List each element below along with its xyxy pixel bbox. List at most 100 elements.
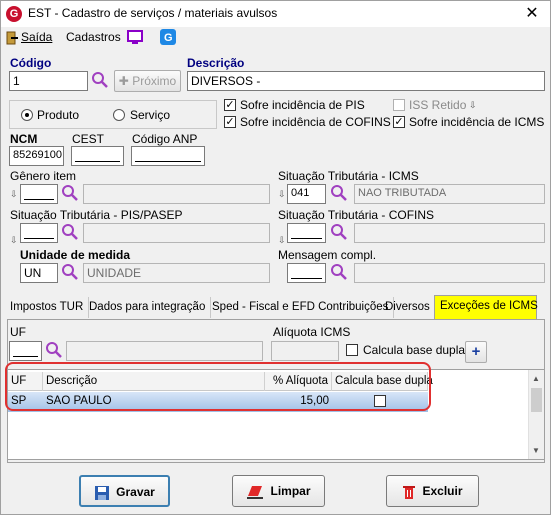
servico-radio[interactable] [113, 109, 125, 121]
sit-cofins-input[interactable] [287, 223, 326, 243]
tab-label: Impostos TUR [10, 301, 84, 313]
cest-label: CEST [72, 132, 105, 146]
iss-checkbox [393, 99, 405, 111]
down-arrow-icon: ⇩ [10, 235, 18, 245]
title-bar: G EST - Cadastro de serviços / materiais… [1, 1, 550, 27]
down-arrow-icon: ⇩ [10, 189, 18, 199]
mensagem-input[interactable] [287, 263, 326, 283]
genero-item-input[interactable] [20, 184, 58, 204]
sit-cofins-desc [354, 223, 545, 243]
search-icon[interactable] [91, 71, 109, 89]
down-arrow-icon: ⇩ [278, 189, 286, 199]
menu-cadastros[interactable]: Cadastros [66, 30, 121, 44]
sit-icms-input[interactable]: 041 [287, 184, 326, 204]
unidade-desc: UNIDADE [83, 263, 270, 283]
mensagem-desc [354, 263, 545, 283]
excecao-uf-input[interactable] [9, 341, 42, 361]
excluir-button[interactable]: Excluir [386, 475, 479, 507]
menu-saida[interactable]: Saída [21, 30, 52, 44]
search-icon[interactable] [330, 223, 348, 241]
sit-icms-desc: NAO TRIBUTADA [354, 184, 545, 204]
tab-label: Sped - Fiscal e EFD Contribuições [212, 301, 389, 313]
tab-excecoes-icms[interactable]: Exceções de ICMS [434, 295, 538, 319]
down-arrow-icon: ⇩ [278, 235, 286, 245]
genero-item-desc [83, 184, 270, 204]
excecao-uf-label: UF [10, 325, 26, 339]
highlight-annotation [5, 362, 431, 411]
produto-radio[interactable] [21, 109, 33, 121]
genero-item-label: Gênero item [10, 169, 77, 183]
tab-impostos-tur[interactable]: Impostos TUR [5, 297, 90, 318]
search-icon[interactable] [61, 184, 79, 202]
limpar-label: Limpar [270, 484, 311, 498]
trash-icon [403, 485, 416, 499]
add-button[interactable]: + [465, 341, 487, 363]
proximo-label: Próximo [132, 74, 177, 88]
gravar-label: Gravar [116, 485, 155, 499]
search-icon[interactable] [330, 184, 348, 202]
excecao-uf-desc [66, 341, 263, 361]
tab-label: Diversos [385, 301, 430, 313]
tipo-group: Produto Serviço [9, 100, 217, 129]
proximo-button: ✚ Próximo [114, 70, 181, 92]
sit-cofins-label: Situação Tributária - COFINS [278, 208, 435, 222]
icms-checkbox[interactable]: ✓ [393, 116, 405, 128]
search-icon[interactable] [61, 223, 79, 241]
save-icon [95, 485, 110, 500]
limpar-button[interactable]: Limpar [232, 475, 325, 507]
menu-cadastros-label: Cadastros [66, 30, 121, 44]
search-icon[interactable] [61, 263, 79, 281]
tab-label: Dados para integração [89, 301, 206, 313]
sit-pis-desc [83, 223, 270, 243]
codigo-label: Código [10, 56, 52, 70]
pis-label: Sofre incidência de PIS [240, 98, 365, 112]
tab-label: Exceções de ICMS [440, 300, 538, 312]
calcula-base-dupla-checkbox[interactable] [346, 344, 358, 356]
down-arrow-icon: ⇩ [469, 100, 477, 110]
aliquota-input[interactable] [271, 341, 339, 361]
mensagem-label: Mensagem compl. [278, 248, 377, 262]
sit-pis-label: Situação Tributária - PIS/PASEP [10, 208, 183, 222]
unidade-input[interactable]: UN [20, 263, 58, 283]
codigo-anp-label: Código ANP [132, 132, 198, 146]
scroll-up-icon[interactable]: ▲ [532, 374, 540, 383]
scroll-down-icon[interactable]: ▼ [532, 446, 540, 455]
plus-icon: ✚ [118, 74, 133, 88]
tab-dados-integracao[interactable]: Dados para integração [84, 297, 212, 318]
cofins-checkbox[interactable]: ✓ [224, 116, 236, 128]
ncm-input[interactable]: 85269100 [9, 146, 64, 166]
monitor-icon[interactable] [127, 30, 143, 45]
pis-checkbox[interactable]: ✓ [224, 99, 236, 111]
iss-label: ISS Retido [409, 98, 467, 112]
app-logo-icon: G [6, 6, 22, 22]
scroll-thumb[interactable] [531, 388, 542, 412]
grid-scrollbar[interactable]: ▲ ▼ [528, 370, 544, 459]
sit-icms-label: Situação Tributária - ICMS [278, 169, 419, 183]
descricao-input[interactable]: DIVERSOS - [187, 71, 545, 91]
window-title: EST - Cadastro de serviços / materiais a… [28, 6, 278, 20]
exit-icon[interactable] [5, 31, 19, 45]
unidade-label: Unidade de medida [20, 248, 131, 262]
main-window: G EST - Cadastro de serviços / materiais… [0, 0, 551, 515]
servico-label: Serviço [130, 108, 171, 122]
gravar-button[interactable]: Gravar [79, 475, 170, 507]
sit-pis-input[interactable] [20, 223, 58, 243]
close-button[interactable]: ✕ [522, 5, 542, 23]
cofins-label: Sofre incidência de COFINS [240, 115, 391, 129]
g-app-icon[interactable]: G [160, 29, 176, 45]
icms-label: Sofre incidência de ICMS [409, 115, 545, 129]
calcula-base-dupla-label: Calcula base dupla [363, 343, 466, 357]
cest-input[interactable] [71, 146, 124, 166]
descricao-label: Descrição [187, 56, 245, 70]
eraser-icon [247, 485, 264, 499]
menu-bar: Saída Cadastros G [1, 27, 550, 49]
search-icon[interactable] [330, 263, 348, 281]
search-icon[interactable] [45, 341, 63, 359]
codigo-anp-input[interactable] [131, 146, 205, 166]
ncm-label: NCM [10, 132, 38, 146]
excluir-label: Excluir [422, 484, 463, 498]
tab-sped[interactable]: Sped - Fiscal e EFD Contribuições [207, 297, 395, 318]
codigo-input[interactable]: 1 [9, 71, 88, 91]
menu-saida-label: Saída [21, 30, 53, 44]
tab-diversos[interactable]: Diversos [380, 297, 436, 318]
